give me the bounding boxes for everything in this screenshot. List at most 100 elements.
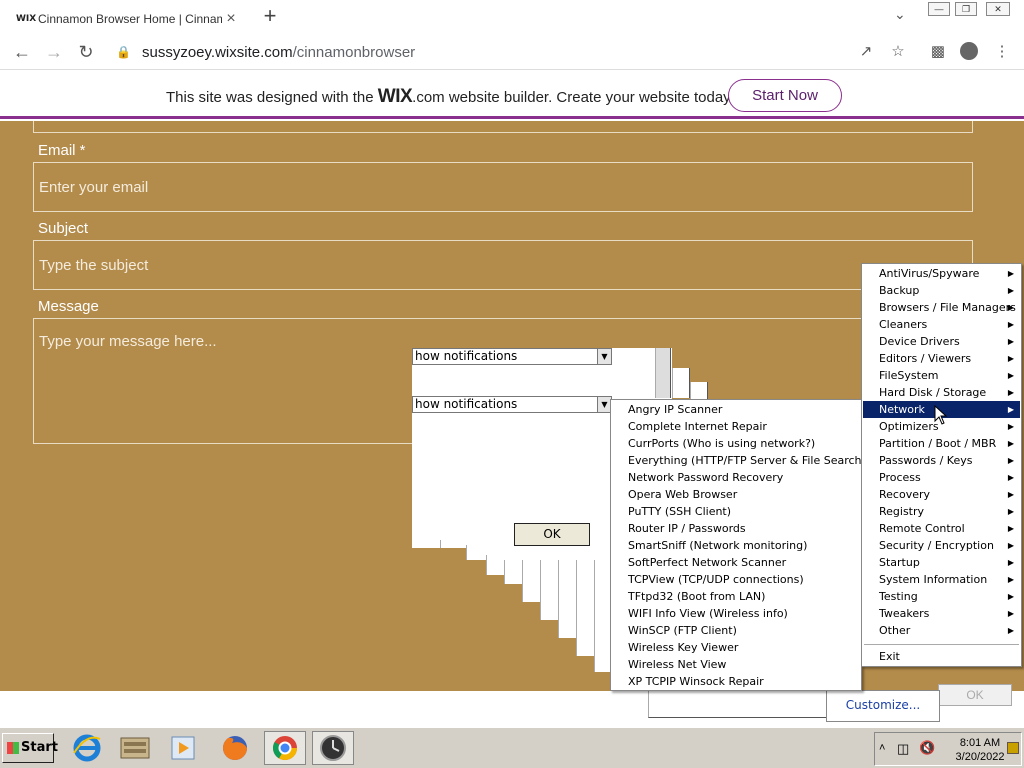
browser-toolbar: ← → ↻ 🔒 sussyzoey.wixsite.com/cinnamonbr… (0, 34, 1024, 70)
menu-item-opera[interactable]: Opera Web Browser (612, 486, 860, 503)
menu-item-antivirus[interactable]: AntiVirus/Spyware ▶ (863, 265, 1020, 282)
tab-search-chevron-icon[interactable]: ⌄ (894, 6, 906, 23)
menu-dots-icon[interactable]: ⋮ (992, 42, 1012, 62)
menu-item-passwords[interactable]: Passwords / Keys ▶ (863, 452, 1020, 469)
media-player-icon[interactable] (162, 731, 204, 765)
menu-item-tweakers[interactable]: Tweakers ▶ (863, 605, 1020, 622)
menu-item-label: Recovery (879, 488, 931, 501)
menu-item-remote-control[interactable]: Remote Control ▶ (863, 520, 1020, 537)
menu-item-partition[interactable]: Partition / Boot / MBR ▶ (863, 435, 1020, 452)
menu-item-network-password-recovery[interactable]: Network Password Recovery (612, 469, 860, 486)
menu-item-backup[interactable]: Backup ▶ (863, 282, 1020, 299)
menu-item-label: Tweakers (879, 607, 930, 620)
menu-item-angry-ip-scanner[interactable]: Angry IP Scanner (612, 401, 860, 418)
tab-title: Cinnamon Browser Home | Cinnamon (38, 12, 222, 26)
ok-button-disabled[interactable]: OK (938, 684, 1012, 706)
menu-item-cleaners[interactable]: Cleaners ▶ (863, 316, 1020, 333)
new-tab-button[interactable]: + (258, 4, 282, 28)
close-window-icon[interactable]: ✕ (986, 2, 1010, 16)
email-field[interactable]: Enter your email (33, 162, 973, 212)
file-manager-icon[interactable] (114, 731, 156, 765)
menu-item-device-drivers[interactable]: Device Drivers ▶ (863, 333, 1020, 350)
menu-item-wireless-key-viewer[interactable]: Wireless Key Viewer (612, 639, 860, 656)
menu-item-exit[interactable]: Exit (863, 648, 1020, 665)
menu-item-browsers[interactable]: Browsers / File Managers ▶ (863, 299, 1020, 316)
menu-item-putty[interactable]: PuTTY (SSH Client) (612, 503, 860, 520)
menu-item-security[interactable]: Security / Encryption ▶ (863, 537, 1020, 554)
submenu-arrow-icon: ▶ (1007, 337, 1014, 346)
email-label: Email * (38, 142, 86, 159)
menu-item-filesystem[interactable]: FileSystem ▶ (863, 367, 1020, 384)
dialog-ok-button[interactable]: OK (514, 523, 590, 546)
forward-icon[interactable]: → (42, 40, 66, 64)
share-icon[interactable]: ↗ (856, 42, 876, 62)
firefox-icon[interactable] (214, 731, 256, 765)
start-now-button[interactable]: Start Now (728, 79, 842, 112)
dropdown-arrow-icon[interactable]: ▼ (597, 397, 611, 412)
submenu-arrow-icon: ▶ (1007, 405, 1014, 414)
menu-item-label: AntiVirus/Spyware (879, 267, 980, 280)
menu-item-winscp[interactable]: WinSCP (FTP Client) (612, 622, 860, 639)
menu-item-xp-tcpip-repair[interactable]: XP TCPIP Winsock Repair (612, 673, 860, 690)
mouse-cursor-icon (934, 405, 948, 425)
menu-item-everything[interactable]: Everything (HTTP/FTP Server & File Searc… (612, 452, 866, 469)
menu-item-tftpd32[interactable]: TFtpd32 (Boot from LAN) (612, 588, 860, 605)
menu-item-wireless-net-view[interactable]: Wireless Net View (612, 656, 860, 673)
tray-clock[interactable]: 8:01 AM 3/20/2022 (953, 736, 1007, 764)
browser-tab[interactable]: WIX Cinnamon Browser Home | Cinnamon × (8, 4, 248, 34)
menu-item-label: Security / Encryption (879, 539, 994, 552)
menu-item-process[interactable]: Process ▶ (863, 469, 1020, 486)
menu-item-label: Startup (879, 556, 920, 569)
submenu-arrow-icon: ▶ (1007, 507, 1014, 516)
menu-item-registry[interactable]: Registry ▶ (863, 503, 1020, 520)
submenu-arrow-icon: ▶ (1007, 473, 1014, 482)
start-button[interactable]: Start (2, 733, 58, 763)
submenu-arrow-icon: ▶ (1007, 524, 1014, 533)
notification-tray-icon[interactable] (1007, 742, 1019, 754)
previous-field-edge[interactable] (33, 121, 973, 133)
menu-item-editors[interactable]: Editors / Viewers ▶ (863, 350, 1020, 367)
menu-item-other[interactable]: Other ▶ (863, 622, 1020, 639)
dropdown-arrow-icon[interactable]: ▼ (597, 349, 611, 364)
menu-item-tcpview[interactable]: TCPView (TCP/UDP connections) (612, 571, 860, 588)
menu-item-system-information[interactable]: System Information ▶ (863, 571, 1020, 588)
menu-item-startup[interactable]: Startup ▶ (863, 554, 1020, 571)
windows-flag-icon (7, 742, 19, 754)
menu-item-label: Remote Control (879, 522, 965, 535)
customize-link[interactable]: Customize... (826, 690, 940, 722)
bookmark-star-icon[interactable]: ☆ (888, 42, 908, 62)
back-icon[interactable]: ← (10, 40, 34, 64)
wix-banner-text: This site was designed with the WIX.com … (166, 86, 734, 108)
menu-item-testing[interactable]: Testing ▶ (863, 588, 1020, 605)
menu-item-router-ip[interactable]: Router IP / Passwords (612, 520, 860, 537)
internet-explorer-icon[interactable] (66, 731, 108, 765)
menu-item-recovery[interactable]: Recovery ▶ (863, 486, 1020, 503)
menu-item-label: System Information (879, 573, 988, 586)
menu-item-complete-internet-repair[interactable]: Complete Internet Repair (612, 418, 860, 435)
network-tray-icon[interactable]: ◫ (897, 741, 909, 757)
menu-item-hard-disk[interactable]: Hard Disk / Storage ▶ (863, 384, 1020, 401)
submenu-arrow-icon: ▶ (1007, 439, 1014, 448)
extensions-icon[interactable]: ▩ (928, 42, 948, 62)
address-bar[interactable]: 🔒 sussyzoey.wixsite.com/cinnamonbrowser (110, 38, 890, 66)
menu-item-smartsniff[interactable]: SmartSniff (Network monitoring) (612, 537, 860, 554)
minimize-icon[interactable]: — (928, 2, 950, 16)
chrome-icon[interactable] (264, 731, 306, 765)
volume-muted-icon[interactable]: 🔇 (919, 740, 935, 756)
notifications-dropdown-1[interactable]: how notifications ▼ (412, 348, 612, 365)
tab-close-icon[interactable]: × (222, 10, 240, 28)
dialog-artifact (655, 348, 671, 398)
menu-item-label: Testing (879, 590, 918, 603)
menu-item-label: Passwords / Keys (879, 454, 973, 467)
clock-app-icon[interactable] (312, 731, 354, 765)
subject-field[interactable]: Type the subject (33, 240, 973, 290)
restore-icon[interactable]: ❐ (955, 2, 977, 16)
menu-item-softperfect[interactable]: SoftPerfect Network Scanner (612, 554, 860, 571)
reload-icon[interactable]: ↻ (74, 40, 98, 64)
tray-expand-icon[interactable]: ˄ (879, 742, 885, 754)
url-host: sussyzoey.wixsite.com (142, 43, 293, 61)
menu-item-wifi-info-view[interactable]: WIFI Info View (Wireless info) (612, 605, 860, 622)
menu-item-currports[interactable]: CurrPorts (Who is using network?) (612, 435, 860, 452)
notifications-dropdown-2[interactable]: how notifications ▼ (412, 396, 612, 413)
profile-avatar-icon[interactable] (960, 42, 978, 60)
